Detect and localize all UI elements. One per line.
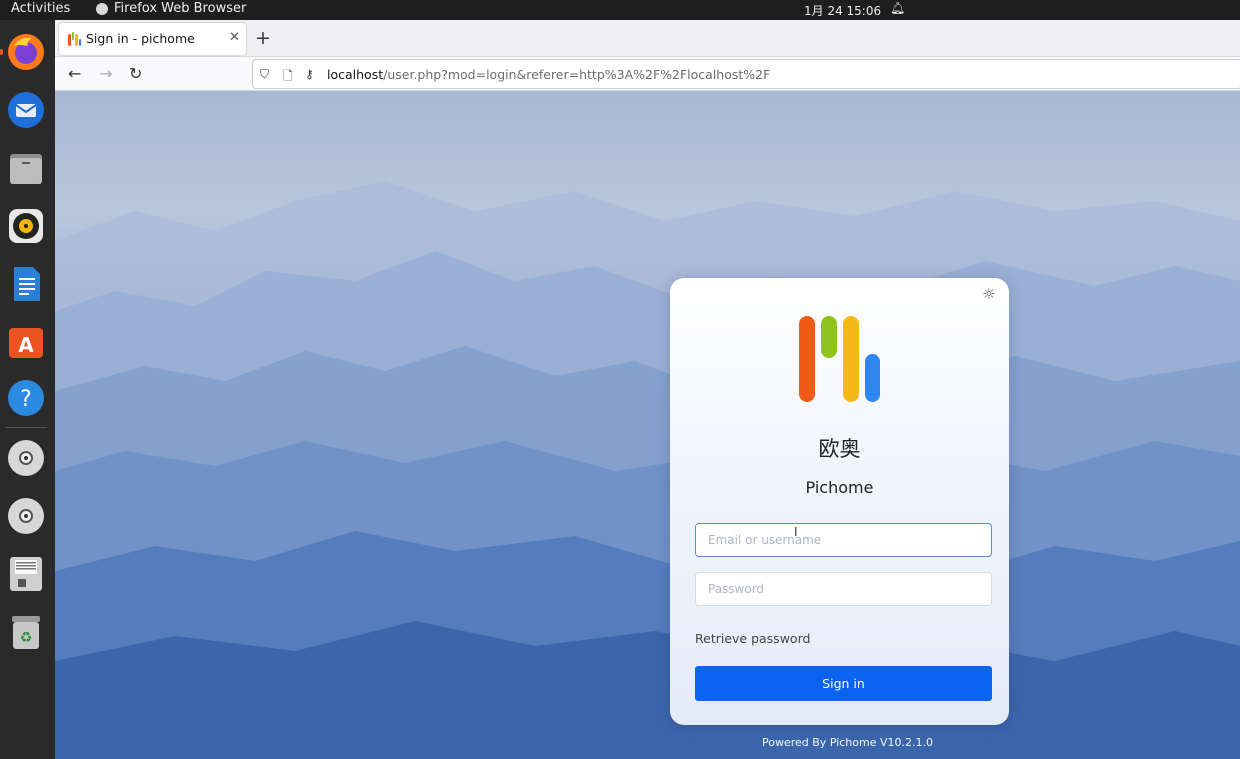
powered-by-footer: Powered By Pichome V10.2.1.0 bbox=[762, 736, 933, 749]
theme-toggle-icon[interactable]: ☼ bbox=[982, 285, 995, 303]
svg-text:?: ? bbox=[20, 387, 32, 412]
url-bar[interactable]: ⛉ 🗋︎ ⚷ localhost/user.php?mod=login&refe… bbox=[252, 59, 1240, 89]
app-menu[interactable]: Firefox Web Browser bbox=[96, 1, 246, 16]
thunderbird-icon[interactable] bbox=[6, 90, 46, 130]
login-card: ☼ 欧奥 Pichome Retrieve password Sign in bbox=[670, 278, 1009, 725]
pichome-logo bbox=[799, 316, 880, 402]
svg-text:A: A bbox=[18, 333, 34, 357]
floppy-icon[interactable] bbox=[6, 554, 46, 594]
activities-button[interactable]: Activities bbox=[11, 1, 70, 16]
retrieve-password-link[interactable]: Retrieve password bbox=[695, 631, 810, 646]
notification-bell-icon[interactable]: 🔔︎ bbox=[890, 1, 905, 15]
mountain-background bbox=[55, 181, 1240, 759]
tab-strip: Sign in - pichome ✕ + bbox=[55, 20, 1240, 57]
tracking-shield-icon[interactable]: ⛉ bbox=[260, 67, 269, 82]
dock-separator bbox=[6, 427, 47, 428]
page-background: ☼ 欧奥 Pichome Retrieve password Sign in P… bbox=[55, 91, 1240, 759]
forward-button[interactable]: → bbox=[99, 65, 112, 82]
tab-close-icon[interactable]: ✕ bbox=[229, 30, 240, 45]
brand-name-en: Pichome bbox=[805, 478, 874, 497]
clock[interactable]: 1月 24 15:06 bbox=[804, 2, 881, 19]
url-text[interactable]: localhost/user.php?mod=login&referer=htt… bbox=[327, 67, 770, 82]
page-info-icon[interactable]: 🗋︎ bbox=[283, 67, 293, 88]
firefox-small-icon bbox=[96, 2, 108, 15]
app-center-icon[interactable]: A bbox=[6, 322, 46, 362]
dock: A ? ♻ bbox=[0, 20, 55, 759]
files-icon[interactable] bbox=[6, 148, 46, 188]
key-icon[interactable]: ⚷ bbox=[305, 67, 314, 81]
top-bar: Activities Firefox Web Browser 1月 24 15:… bbox=[0, 0, 1240, 20]
text-cursor-icon: I bbox=[794, 525, 798, 539]
trash-icon[interactable]: ♻ bbox=[6, 612, 46, 652]
tab-title: Sign in - pichome bbox=[86, 31, 195, 46]
url-path: /user.php?mod=login&referer=http%3A%2F%2… bbox=[383, 67, 771, 82]
nav-bar: ← → ↻ ⛉ 🗋︎ ⚷ localhost/user.php?mod=logi… bbox=[55, 57, 1240, 91]
help-icon[interactable]: ? bbox=[6, 378, 46, 418]
new-tab-button[interactable]: + bbox=[255, 28, 271, 48]
disc-icon[interactable] bbox=[6, 438, 46, 478]
svg-text:♻: ♻ bbox=[20, 630, 33, 646]
username-field[interactable] bbox=[695, 523, 992, 557]
disc-icon[interactable] bbox=[6, 496, 46, 536]
app-name: Firefox Web Browser bbox=[114, 1, 247, 16]
active-indicator bbox=[0, 49, 3, 55]
rhythmbox-icon[interactable] bbox=[6, 206, 46, 246]
brand-name-cn: 欧奥 bbox=[818, 437, 861, 461]
back-button[interactable]: ← bbox=[68, 65, 81, 82]
url-host: localhost bbox=[327, 67, 384, 82]
password-field[interactable] bbox=[695, 572, 992, 606]
reload-button[interactable]: ↻ bbox=[129, 65, 142, 82]
firefox-icon[interactable] bbox=[6, 32, 46, 72]
pichome-favicon-icon bbox=[68, 32, 82, 46]
tab-sign-in[interactable]: Sign in - pichome ✕ bbox=[59, 23, 246, 55]
writer-icon[interactable] bbox=[6, 264, 46, 304]
sign-in-button[interactable]: Sign in bbox=[695, 666, 992, 701]
